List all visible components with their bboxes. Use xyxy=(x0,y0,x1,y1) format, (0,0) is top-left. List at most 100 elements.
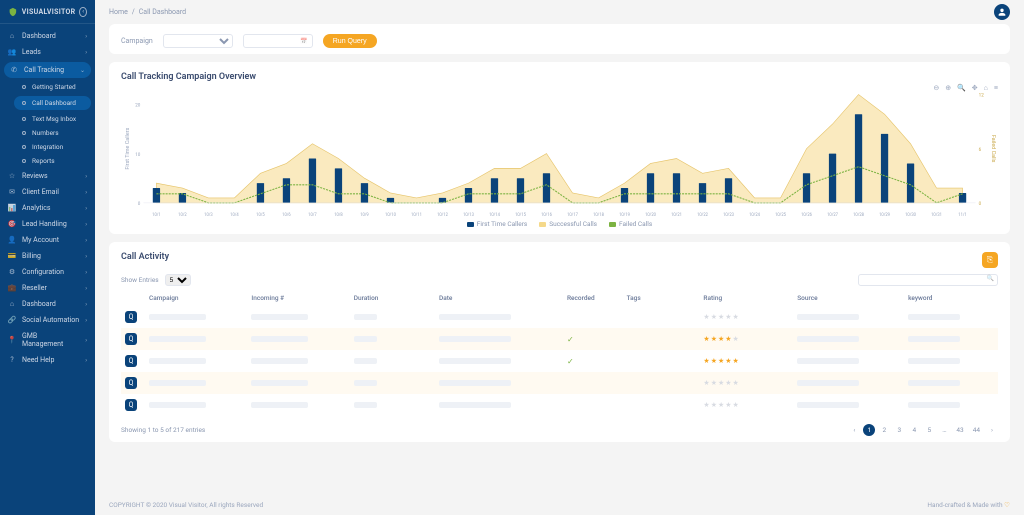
sidebar-item-my-account[interactable]: 👤My Account› xyxy=(0,232,95,248)
home-icon[interactable]: ⌂ xyxy=(984,84,988,92)
sidebar-item-analytics[interactable]: 📊Analytics› xyxy=(0,200,95,216)
row-detail-button[interactable]: Q xyxy=(125,355,137,367)
nav-label: Billing xyxy=(22,252,41,260)
legend-item[interactable]: Failed Calls xyxy=(609,220,652,228)
pager-page[interactable]: … xyxy=(938,424,950,436)
nav-label: Dashboard xyxy=(22,300,56,308)
nav-label: Social Automation xyxy=(22,316,79,324)
sidebar-item-dashboard[interactable]: ⌂Dashboard› xyxy=(0,28,95,44)
table-row: Q ★★★★★ xyxy=(121,306,998,328)
zoom-in-icon[interactable]: ⊕ xyxy=(945,84,951,92)
col-header[interactable]: Incoming # xyxy=(247,290,349,306)
svg-text:10/5: 10/5 xyxy=(256,213,265,218)
nav-icon: ⚙ xyxy=(8,268,16,276)
nav-label: Reviews xyxy=(22,172,48,180)
show-entries-label: Show Entries xyxy=(121,276,159,284)
col-header[interactable]: keyword xyxy=(904,290,998,306)
rating-stars[interactable]: ★★★★★ xyxy=(703,401,789,409)
legend-item[interactable]: First Time Callers xyxy=(467,220,528,228)
overview-title: Call Tracking Campaign Overview xyxy=(121,72,998,82)
svg-text:10: 10 xyxy=(135,152,140,158)
col-header[interactable]: Campaign xyxy=(145,290,247,306)
sidebar-item-gmb-management[interactable]: 📍GMB Management› xyxy=(0,328,95,352)
chevron-icon: › xyxy=(85,221,87,228)
nav-icon: ⌂ xyxy=(8,32,16,40)
sidebar-subitem-text-msg-inbox[interactable]: Text Msg Inbox xyxy=(10,112,95,126)
dot-icon xyxy=(22,85,26,89)
user-avatar[interactable] xyxy=(994,4,1010,20)
rating-stars[interactable]: ★★★★★ xyxy=(703,379,789,387)
nav-icon: ✉ xyxy=(8,188,16,196)
dot-icon xyxy=(22,101,26,105)
pager-page[interactable]: 1 xyxy=(863,424,875,436)
pan-icon[interactable]: ✥ xyxy=(972,84,978,92)
col-header[interactable]: Source xyxy=(793,290,904,306)
col-header[interactable]: Date xyxy=(435,290,563,306)
svg-text:10/22: 10/22 xyxy=(697,213,708,218)
chart-legend: First Time Callers Successful Calls Failed… xyxy=(121,220,998,228)
rating-stars[interactable]: ★★★★★ xyxy=(703,313,789,321)
sidebar-subitem-getting-started[interactable]: Getting Started xyxy=(10,80,95,94)
sidebar-nav: ⌂Dashboard›👥Leads›✆Call Tracking⌄Getting… xyxy=(0,24,95,515)
legend-item[interactable]: Successful Calls xyxy=(539,220,597,228)
dot-icon xyxy=(22,145,26,149)
chevron-icon: › xyxy=(85,189,87,196)
pager-page[interactable]: 44 xyxy=(970,424,983,436)
sidebar-subitem-integration[interactable]: Integration xyxy=(10,140,95,154)
rating-stars[interactable]: ★★★★★ xyxy=(703,335,789,343)
zoom-icon[interactable]: 🔍 xyxy=(957,84,966,92)
export-button[interactable]: ⎘ xyxy=(982,252,998,268)
svg-text:10/16: 10/16 xyxy=(541,213,552,218)
sidebar-item-lead-handling[interactable]: 🎯Lead Handling› xyxy=(0,216,95,232)
sidebar-item-reviews[interactable]: ☆Reviews› xyxy=(0,168,95,184)
zoom-out-icon[interactable]: ⊖ xyxy=(933,84,939,92)
overview-chart[interactable]: First Time CallersFailed Calls0102006121… xyxy=(121,88,998,218)
sidebar-item-social-automation[interactable]: 🔗Social Automation› xyxy=(0,312,95,328)
col-header[interactable]: Tags xyxy=(623,290,700,306)
sidebar-item-call-tracking[interactable]: ✆Call Tracking⌄ xyxy=(4,62,91,78)
sidebar-item-need-help[interactable]: ?Need Help› xyxy=(0,352,95,368)
pager-page[interactable]: 2 xyxy=(878,424,890,436)
menu-icon[interactable]: ≡ xyxy=(994,84,998,92)
svg-text:10/29: 10/29 xyxy=(879,213,890,218)
sidebar-subitem-numbers[interactable]: Numbers xyxy=(10,126,95,140)
col-header[interactable]: Rating xyxy=(699,290,793,306)
sidebar-toggle-icon[interactable]: ‹ xyxy=(79,7,87,17)
row-detail-button[interactable]: Q xyxy=(125,399,137,411)
pager-prev[interactable]: ‹ xyxy=(848,424,860,436)
col-header[interactable]: Duration xyxy=(350,290,435,306)
pager-page[interactable]: 43 xyxy=(953,424,966,436)
nav-icon: 📊 xyxy=(8,204,16,212)
row-detail-button[interactable]: Q xyxy=(125,311,137,323)
activity-card: Call Activity ⎘ Show Entries 5 CampaignI… xyxy=(109,242,1010,442)
sidebar-item-dashboard[interactable]: ⌂Dashboard› xyxy=(0,296,95,312)
breadcrumb-home[interactable]: Home xyxy=(109,8,128,16)
pager-page[interactable]: 5 xyxy=(923,424,935,436)
pager-next[interactable]: › xyxy=(986,424,998,436)
sidebar-item-reseller[interactable]: 💼Reseller› xyxy=(0,280,95,296)
activity-search-input[interactable] xyxy=(858,274,998,286)
date-range-input[interactable] xyxy=(243,34,313,48)
rating-stars[interactable]: ★★★★★ xyxy=(703,357,789,365)
nav-label: GMB Management xyxy=(22,332,79,348)
pager-page[interactable]: 3 xyxy=(893,424,905,436)
sidebar-item-billing[interactable]: 💳Billing› xyxy=(0,248,95,264)
pager-page[interactable]: 4 xyxy=(908,424,920,436)
sidebar-item-client-email[interactable]: ✉Client Email› xyxy=(0,184,95,200)
nav-icon: 💼 xyxy=(8,284,16,292)
sidebar-item-configuration[interactable]: ⚙Configuration› xyxy=(0,264,95,280)
campaign-select[interactable] xyxy=(163,34,233,48)
show-entries-select[interactable]: 5 xyxy=(165,274,191,286)
row-detail-button[interactable]: Q xyxy=(125,333,137,345)
check-icon: ✓ xyxy=(567,357,574,366)
col-header[interactable]: Recorded xyxy=(563,290,623,306)
sidebar-subitem-reports[interactable]: Reports xyxy=(10,154,95,168)
svg-text:10/17: 10/17 xyxy=(567,213,578,218)
nav-label: Integration xyxy=(32,143,63,151)
sidebar-subitem-call-dashboard[interactable]: Call Dashboard xyxy=(14,96,91,110)
run-query-button[interactable]: Run Query xyxy=(323,34,377,48)
svg-text:10/15: 10/15 xyxy=(515,213,526,218)
chevron-icon: › xyxy=(85,285,87,292)
row-detail-button[interactable]: Q xyxy=(125,377,137,389)
sidebar-item-leads[interactable]: 👥Leads› xyxy=(0,44,95,60)
